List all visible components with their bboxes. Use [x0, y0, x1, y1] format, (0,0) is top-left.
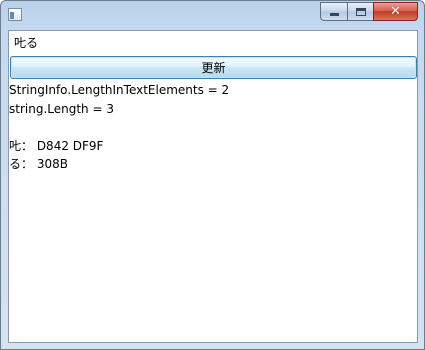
refresh-button[interactable]: 更新 [10, 56, 417, 79]
close-button[interactable]: ✕ [373, 2, 418, 21]
char-code-line-1: 𠮟： D842 DF9F [9, 138, 104, 153]
close-icon: ✕ [390, 4, 401, 19]
text-input[interactable] [9, 31, 417, 53]
window-app-icon[interactable] [8, 8, 22, 21]
app-window: ✕ 更新 StringInfo.LengthInTextElements = 2… [0, 0, 425, 350]
string-length-line: string.Length = 3 [9, 101, 114, 116]
caption-buttons: ✕ [320, 2, 418, 21]
minimize-icon [329, 12, 339, 16]
minimize-button[interactable] [320, 2, 347, 21]
maximize-icon [355, 7, 366, 16]
maximize-button[interactable] [347, 2, 373, 21]
title-bar[interactable]: ✕ [1, 1, 424, 29]
text-elements-line: StringInfo.LengthInTextElements = 2 [9, 83, 230, 97]
output-text: StringInfo.LengthInTextElements = 2 stri… [9, 81, 417, 174]
char-code-line-2: る： 308B [9, 157, 68, 171]
client-area: 更新 StringInfo.LengthInTextElements = 2 s… [8, 30, 418, 343]
